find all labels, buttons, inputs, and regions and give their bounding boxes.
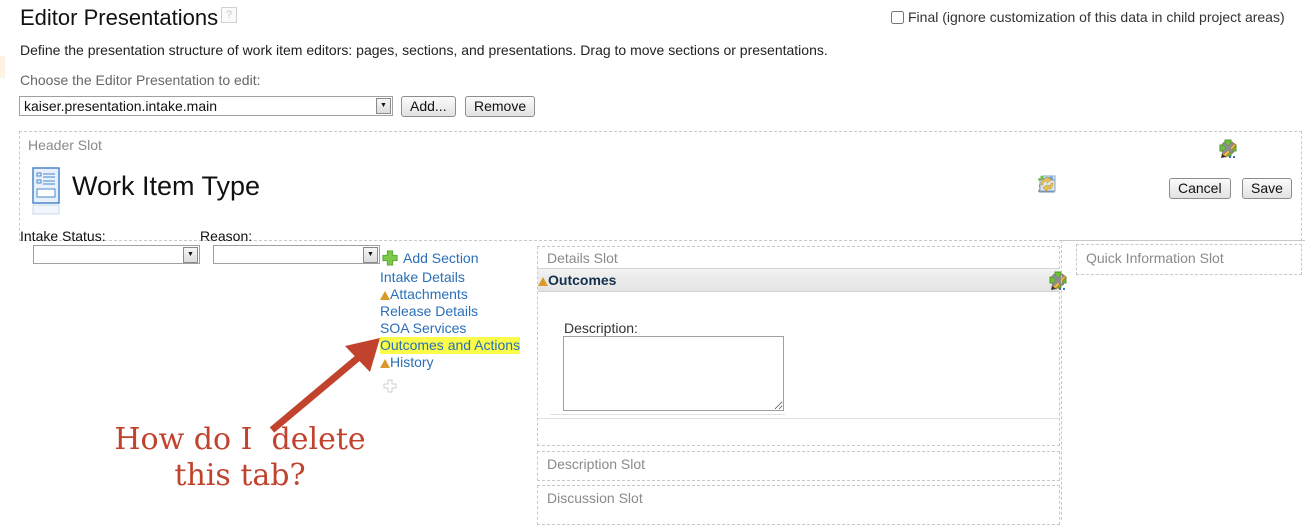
final-checkbox-label: Final (ignore customization of this data…: [908, 9, 1285, 25]
section-soa-services[interactable]: SOA Services: [380, 320, 520, 337]
annotation-line-1: How do I delete: [114, 422, 366, 457]
cancel-button[interactable]: Cancel: [1169, 178, 1231, 199]
presentation-select-value: kaiser.presentation.intake.main: [24, 98, 217, 114]
reason-label: Reason:: [200, 228, 253, 244]
header-slot-label: Header Slot: [28, 137, 102, 153]
add-section-button[interactable]: Add Section: [382, 250, 479, 266]
intake-status-label: Intake Status:: [20, 228, 106, 244]
section-outcomes-and-actions[interactable]: Outcomes and Actions: [380, 337, 521, 354]
field-divider: [550, 414, 785, 415]
section-label: Intake Details: [380, 269, 465, 285]
chevron-down-icon[interactable]: ▼: [363, 247, 378, 263]
annotation-text: How do I delete this tab?: [90, 422, 390, 494]
presentation-select[interactable]: kaiser.presentation.intake.main ▼: [19, 96, 393, 116]
add-icon: [382, 250, 398, 266]
work-item-type-title: Work Item Type: [72, 171, 261, 201]
final-checkbox[interactable]: [891, 10, 904, 24]
section-label: SOA Services: [380, 320, 467, 336]
outcomes-title: Outcomes: [548, 272, 617, 288]
add-presentation-button[interactable]: Add...: [401, 96, 456, 117]
warning-icon: [538, 277, 548, 286]
remove-presentation-button[interactable]: Remove: [465, 96, 536, 117]
chevron-down-icon[interactable]: ▼: [376, 98, 391, 114]
intake-status-select[interactable]: ▼: [33, 245, 200, 264]
description-field-label: Description:: [564, 320, 638, 336]
right-column: [1061, 240, 1305, 520]
delete-icon[interactable]: [1219, 139, 1237, 157]
discussion-slot-label: Discussion Slot: [547, 490, 643, 506]
outcomes-presentation-header[interactable]: Outcomes: [538, 268, 1067, 292]
description-slot-label: Description Slot: [547, 456, 646, 472]
section-label: Release Details: [380, 303, 479, 319]
final-checkbox-row[interactable]: Final (ignore customization of this data…: [891, 9, 1285, 25]
page-title: Editor Presentations?: [20, 5, 238, 31]
arrow-shaft: [269, 349, 368, 433]
section-attachments[interactable]: Attachments: [380, 286, 520, 303]
left-edge-marker: [0, 56, 5, 78]
section-label: Outcomes and Actions: [380, 337, 521, 353]
section-label: History: [390, 354, 434, 370]
warning-icon: [380, 291, 390, 300]
add-section-label: Add Section: [403, 250, 479, 266]
section-history[interactable]: History: [380, 354, 520, 371]
annotation-line-2: this tab?: [174, 458, 306, 493]
section-list: Intake Details Attachments Release Detai…: [380, 269, 521, 371]
chevron-down-icon[interactable]: ▼: [183, 247, 198, 263]
help-icon[interactable]: ?: [221, 7, 238, 23]
description-textarea[interactable]: [563, 336, 784, 411]
section-intake-details[interactable]: Intake Details: [380, 269, 520, 286]
work-item-type-icon: [32, 167, 60, 215]
reason-select[interactable]: ▼: [213, 245, 380, 264]
page-description: Define the presentation structure of wor…: [20, 42, 828, 58]
choose-presentation-label: Choose the Editor Presentation to edit:: [20, 72, 261, 88]
presentation-divider: [538, 418, 1059, 419]
sync-icon[interactable]: [1038, 175, 1056, 193]
save-button[interactable]: Save: [1242, 178, 1292, 199]
details-slot-label: Details Slot: [547, 250, 618, 266]
section-label: Attachments: [390, 286, 468, 302]
section-release-details[interactable]: Release Details: [380, 303, 520, 320]
quick-information-slot-label: Quick Information Slot: [1086, 250, 1224, 266]
page-title-text: Editor Presentations: [20, 5, 219, 30]
